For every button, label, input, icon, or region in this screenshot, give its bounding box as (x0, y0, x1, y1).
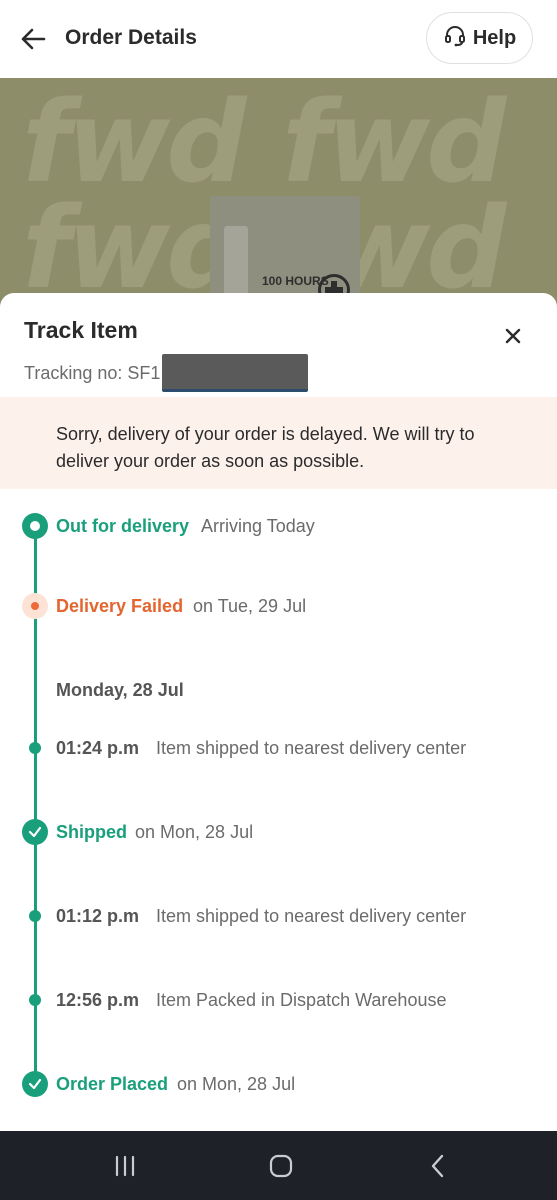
timeline-node-failed (22, 593, 48, 619)
status-detail: on Tue, 29 Jul (193, 596, 307, 616)
product-label: 100 HOURS (262, 274, 329, 288)
close-icon[interactable] (500, 323, 526, 349)
date-header: Monday, 28 Jul (56, 680, 184, 700)
check-icon (22, 819, 48, 845)
tracking-prefix: Tracking no: SF1 (24, 362, 161, 383)
event-text: Item Packed in Dispatch Warehouse (156, 990, 447, 1010)
status-detail: on Mon, 28 Jul (177, 1074, 296, 1094)
recents-icon[interactable] (112, 1155, 138, 1177)
home-icon[interactable] (268, 1153, 294, 1179)
tracking-number: Tracking no: SF1 (24, 354, 309, 392)
delay-notice: Sorry, delivery of your order is delayed… (0, 397, 557, 489)
headset-icon (443, 24, 467, 53)
page-title: Order Details (65, 26, 197, 49)
status-detail: on Mon, 28 Jul (135, 822, 254, 842)
system-nav-bar (0, 1131, 557, 1200)
delay-notice-text: Sorry, delivery of your order is delayed… (56, 424, 475, 471)
timeline-node-event (29, 910, 41, 922)
timeline-node-current (22, 513, 48, 539)
status-detail: Arriving Today (201, 516, 315, 536)
status-out-for-delivery: Out for delivery (56, 516, 190, 536)
timeline-node-event (29, 994, 41, 1006)
back-chevron-icon[interactable] (428, 1153, 448, 1179)
status-shipped: Shipped (56, 822, 127, 842)
redacted-block (162, 354, 309, 392)
help-button[interactable]: Help (426, 12, 533, 64)
event-time: 01:24 p.m (56, 738, 140, 758)
event-time: 01:12 p.m (56, 906, 140, 926)
help-label: Help (472, 26, 517, 49)
product-banner: fwd fwd fwd fwd 100 HOURS (0, 78, 557, 308)
app-header: Order Details Help (0, 0, 557, 78)
timeline-node-event (29, 742, 41, 754)
status-order-placed: Order Placed (56, 1074, 169, 1094)
sheet-title: Track Item (24, 317, 138, 343)
check-icon (22, 1071, 48, 1097)
event-text: Item shipped to nearest delivery center (156, 738, 467, 758)
status-delivery-failed: Delivery Failed (56, 596, 184, 616)
event-time: 12:56 p.m (56, 990, 140, 1010)
event-text: Item shipped to nearest delivery center (156, 906, 467, 926)
arrow-left-icon[interactable] (18, 24, 48, 54)
